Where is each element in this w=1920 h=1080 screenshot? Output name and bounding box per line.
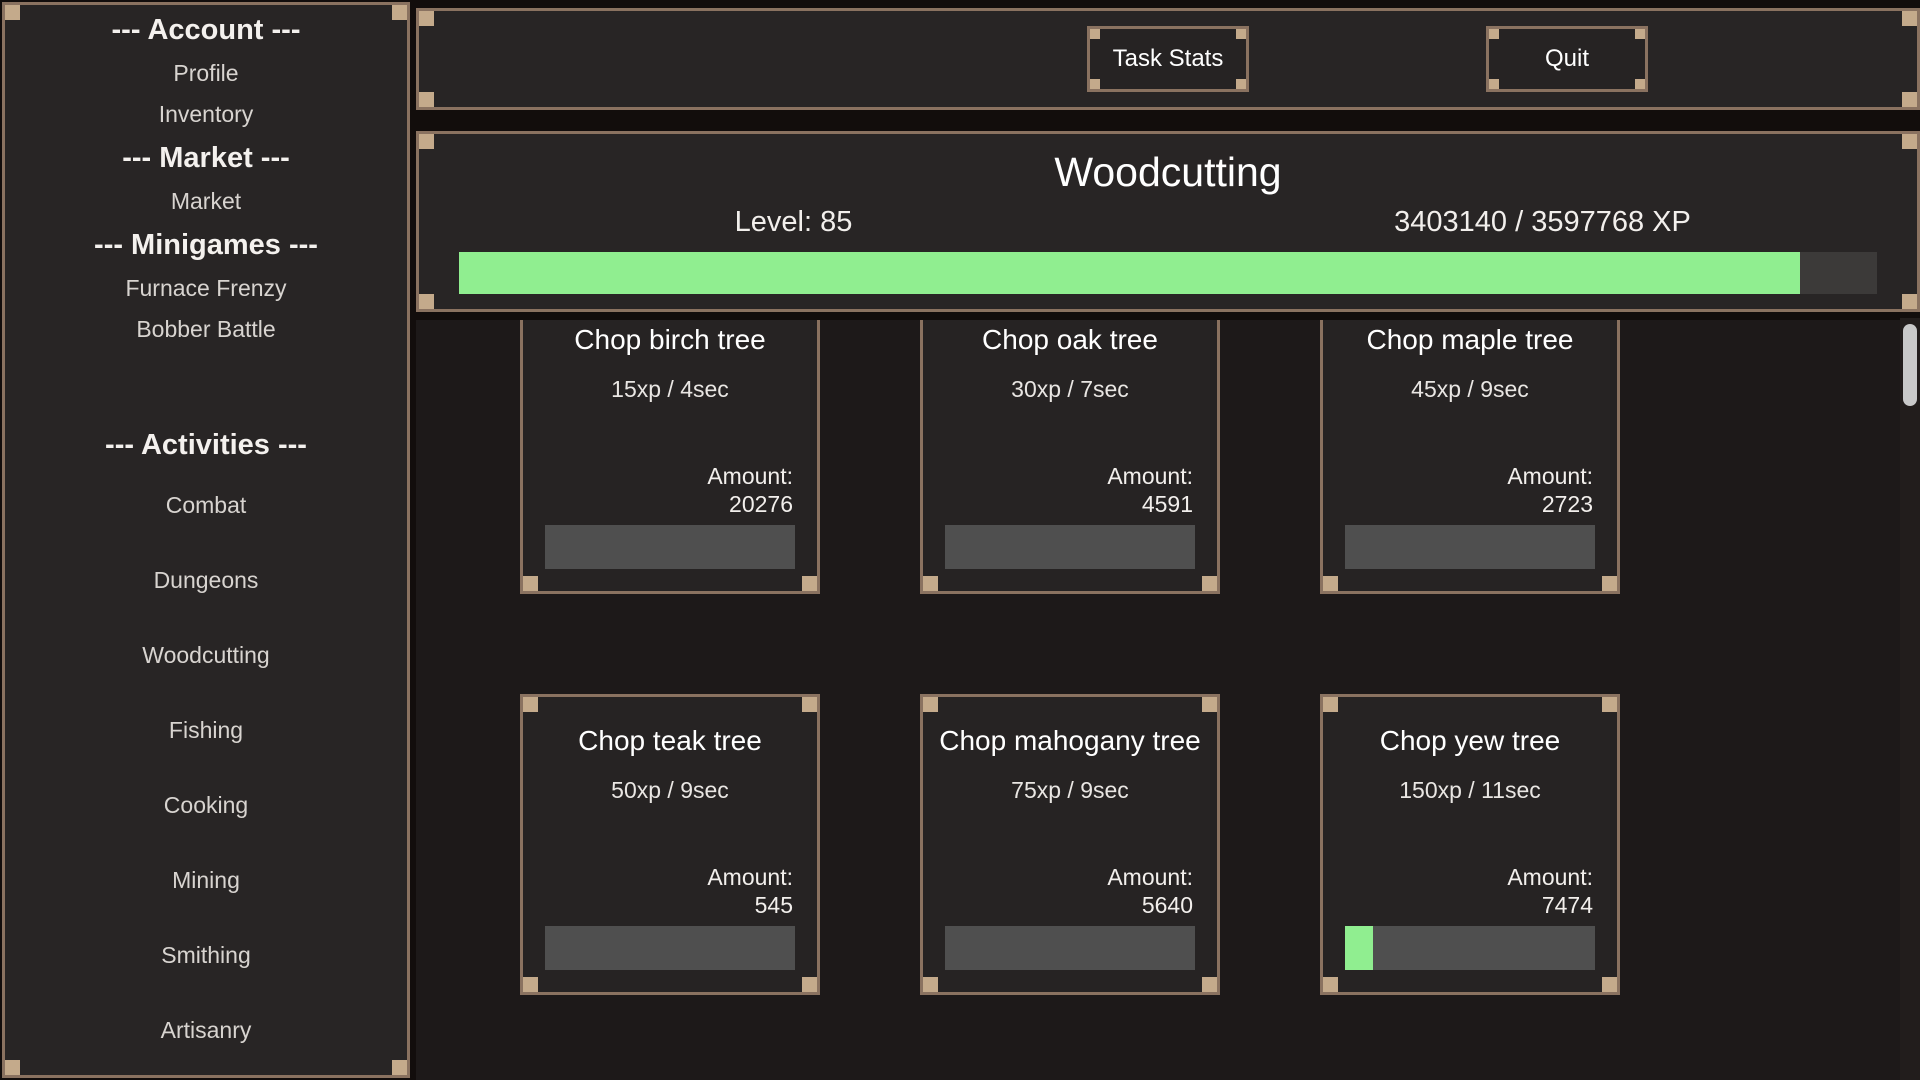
task-card-chop-mahogany-tree[interactable]: Chop mahogany tree 75xp / 9sec Amount: 5…: [920, 694, 1220, 995]
skill-title: Woodcutting: [419, 148, 1917, 196]
sidebar-item-smithing[interactable]: Smithing: [5, 918, 407, 993]
task-amount: Amount: 4591: [923, 462, 1217, 518]
sidebar-item-mining[interactable]: Mining: [5, 843, 407, 918]
task-progress-bar: [1345, 926, 1595, 970]
task-rate: 75xp / 9sec: [923, 777, 1217, 803]
task-title: Chop oak tree: [923, 324, 1217, 356]
top-bar: Task Stats Quit: [416, 8, 1920, 110]
task-amount-label: Amount:: [523, 462, 793, 490]
sidebar-section-account: --- Account ---: [5, 7, 407, 53]
task-amount: Amount: 545: [523, 863, 817, 919]
xp-progress-fill: [459, 252, 1800, 294]
task-amount-value: 7474: [1323, 891, 1593, 919]
skill-xp-label: 3403140 / 3597768 XP: [1168, 205, 1917, 239]
task-progress-fill: [1345, 926, 1373, 970]
skill-level-label: Level: 85: [419, 205, 1168, 239]
task-rate: 50xp / 9sec: [523, 777, 817, 803]
skill-stats-row: Level: 85 3403140 / 3597768 XP: [419, 205, 1917, 239]
task-rate: 45xp / 9sec: [1323, 376, 1617, 402]
task-rate: 30xp / 7sec: [923, 376, 1217, 402]
task-rate: 150xp / 11sec: [1323, 777, 1617, 803]
task-title: Chop yew tree: [1323, 725, 1617, 757]
sidebar-item-bobber-battle[interactable]: Bobber Battle: [5, 309, 407, 350]
sidebar-section-minigames: --- Minigames ---: [5, 222, 407, 268]
sidebar-item-inventory[interactable]: Inventory: [5, 94, 407, 135]
sidebar-item-fishing[interactable]: Fishing: [5, 693, 407, 768]
sidebar-item-dungeons[interactable]: Dungeons: [5, 543, 407, 618]
task-title: Chop teak tree: [523, 725, 817, 757]
task-progress-bar: [945, 926, 1195, 970]
sidebar-item-market[interactable]: Market: [5, 181, 407, 222]
task-amount-label: Amount:: [523, 863, 793, 891]
task-card-chop-maple-tree[interactable]: Chop maple tree 45xp / 9sec Amount: 2723: [1320, 320, 1620, 594]
task-card-chop-oak-tree[interactable]: Chop oak tree 30xp / 7sec Amount: 4591: [920, 320, 1220, 594]
sidebar-section-activities: --- Activities ---: [5, 422, 407, 468]
task-amount-label: Amount:: [1323, 462, 1593, 490]
task-title: Chop mahogany tree: [923, 725, 1217, 757]
scrollbar-track[interactable]: [1900, 318, 1920, 1080]
task-amount-value: 20276: [523, 490, 793, 518]
task-progress-bar: [945, 525, 1195, 569]
xp-progress-bar: [459, 252, 1877, 294]
task-amount-value: 5640: [923, 891, 1193, 919]
task-grid-area: Chop birch tree 15xp / 4sec Amount: 2027…: [416, 320, 1900, 1080]
task-amount-value: 2723: [1323, 490, 1593, 518]
task-title: Chop birch tree: [523, 324, 817, 356]
task-grid: Chop birch tree 15xp / 4sec Amount: 2027…: [416, 320, 1900, 995]
task-amount-value: 4591: [923, 490, 1193, 518]
task-amount-label: Amount:: [923, 462, 1193, 490]
sidebar-item-woodcutting[interactable]: Woodcutting: [5, 618, 407, 693]
task-progress-bar: [545, 926, 795, 970]
task-title: Chop maple tree: [1323, 324, 1617, 356]
sidebar-item-artisanry[interactable]: Artisanry: [5, 993, 407, 1068]
task-amount-label: Amount:: [923, 863, 1193, 891]
task-amount-value: 545: [523, 891, 793, 919]
task-card-chop-teak-tree[interactable]: Chop teak tree 50xp / 9sec Amount: 545: [520, 694, 820, 995]
sidebar: --- Account --- Profile Inventory --- Ma…: [2, 2, 410, 1078]
task-card-chop-yew-tree[interactable]: Chop yew tree 150xp / 11sec Amount: 7474: [1320, 694, 1620, 995]
task-amount: Amount: 7474: [1323, 863, 1617, 919]
task-card-chop-birch-tree[interactable]: Chop birch tree 15xp / 4sec Amount: 2027…: [520, 320, 820, 594]
sidebar-item-combat[interactable]: Combat: [5, 468, 407, 543]
task-amount: Amount: 20276: [523, 462, 817, 518]
task-stats-button[interactable]: Task Stats: [1087, 26, 1249, 92]
task-rate: 15xp / 4sec: [523, 376, 817, 402]
skill-header-panel: Woodcutting Level: 85 3403140 / 3597768 …: [416, 131, 1920, 312]
sidebar-item-furnace-frenzy[interactable]: Furnace Frenzy: [5, 268, 407, 309]
scrollbar-thumb[interactable]: [1903, 324, 1917, 406]
sidebar-item-profile[interactable]: Profile: [5, 53, 407, 94]
task-amount-label: Amount:: [1323, 863, 1593, 891]
task-amount: Amount: 5640: [923, 863, 1217, 919]
task-progress-bar: [1345, 525, 1595, 569]
task-amount: Amount: 2723: [1323, 462, 1617, 518]
sidebar-section-market: --- Market ---: [5, 135, 407, 181]
task-progress-bar: [545, 525, 795, 569]
sidebar-item-cooking[interactable]: Cooking: [5, 768, 407, 843]
quit-button[interactable]: Quit: [1486, 26, 1648, 92]
